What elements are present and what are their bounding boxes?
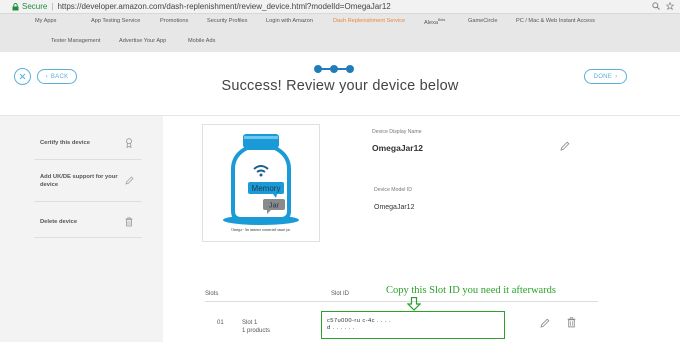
display-name-label: Device Display Name [372,129,422,135]
done-button-label: DONE [593,73,613,80]
column-header-slot-id: Slot ID [331,291,350,297]
page-title: Success! Review your device below [221,78,459,94]
slot-id-value[interactable]: c57u000-ru c-4c . . . . d . . . . . . [327,318,391,332]
display-name-value: OmegaJar12 [372,143,424,153]
delete-slot-icon[interactable] [567,317,576,330]
nav-security-profiles[interactable]: Security Profiles [207,18,247,24]
top-navigation: My Apps App Testing Service Promotions S… [0,14,680,52]
url-separator: | [51,2,54,11]
slot-name: Slot 1 [242,320,258,326]
progress-steps [314,65,354,73]
bubble-jar-text: Jar [269,201,280,210]
memory-jar-illustration: Memory Jar [223,134,299,225]
sidebar-item-label: Delete device [40,219,78,225]
nav-pc-mac-web-instant-access[interactable]: PC / Mac & Web Instant Access [516,18,595,24]
copy-slot-id-annotation: Copy this Slot ID you need it afterwards [386,285,557,296]
progress-step-2 [330,65,338,73]
slot-product-count: 1 products [242,328,271,334]
column-header-slots: Slots [205,291,219,297]
nav-dash-replenishment-service[interactable]: Dash Replenishment Service [333,18,405,24]
trash-icon [124,217,134,227]
arrow-down-icon [407,297,421,311]
done-button[interactable]: DONE › [584,69,627,84]
device-image-caption: Omega - An internet connected smart jar. [231,228,291,232]
edit-slot-icon[interactable] [540,318,550,330]
nav-app-testing-service[interactable]: App Testing Service [91,18,140,24]
progress-step-3 [346,65,354,73]
progress-step-1 [314,65,322,73]
slot-id-line-2: d . . . . . . [327,325,355,331]
nav-login-with-amazon[interactable]: Login with Amazon [266,18,313,24]
model-id-value: OmegaJar12 [374,204,415,211]
slot-number: 01 [217,320,224,326]
chevron-right-icon: › [615,73,618,80]
sidebar-item-label: Certify this device [40,140,90,146]
url-field[interactable]: https://developer.amazon.com/dash-replen… [57,2,390,11]
slot-id-line-1: c57u000-ru c-4c . . . . [327,318,391,324]
nav-mobile-ads[interactable]: Mobile Ads [188,38,215,44]
nav-alexa-label: Alexa [424,19,438,26]
certificate-icon [124,138,134,148]
nav-alexa-beta-badge: Beta [438,18,446,22]
lock-icon [10,2,20,12]
nav-advertise-your-app[interactable]: Advertise Your App [119,38,166,44]
search-icon[interactable] [652,1,660,12]
edit-display-name-icon[interactable] [560,141,570,153]
bubble-memory-text: Memory [252,184,281,193]
star-icon[interactable] [665,1,675,12]
page-header: ‹ BACK Success! Review your device below… [0,52,680,116]
sidebar-item-add-uk-de-support[interactable]: Add UK/DE support for your device [34,160,142,202]
device-image: Memory Jar Omega - An internet connected… [202,124,320,242]
nav-promotions[interactable]: Promotions [160,18,188,24]
secure-label: Secure [22,2,48,11]
model-id-label: Device Model ID [374,187,413,193]
nav-my-apps[interactable]: My Apps [35,18,56,24]
sidebar-item-label: Add UK/DE support for your device [40,174,118,188]
nav-alexa[interactable]: AlexaBeta [424,18,445,26]
browser-address-bar: Secure | https://developer.amazon.com/da… [0,0,680,14]
sidebar-item-certify[interactable]: Certify this device [34,130,142,160]
sidebar-item-delete-device[interactable]: Delete device [34,202,142,238]
pencil-icon [124,175,134,185]
nav-gamecircle[interactable]: GameCircle [468,18,498,24]
nav-tester-management[interactable]: Tester Management [51,38,100,44]
